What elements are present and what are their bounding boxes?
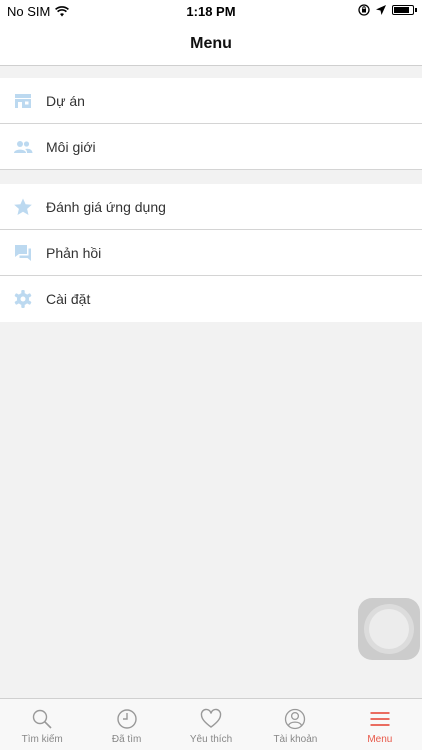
chat-icon [0,243,46,263]
heart-icon [200,708,222,728]
tab-da-tim[interactable]: Đã tìm [84,699,168,750]
menu-item-moi-gioi[interactable]: Môi giới [0,124,422,170]
people-icon [0,137,46,157]
tab-yeu-thich[interactable]: Yêu thích [169,699,253,750]
user-icon [285,708,306,730]
menu-item-label: Đánh giá ứng dụng [46,198,166,215]
tab-label: Đã tìm [111,734,142,745]
menu-group-2: Đánh giá ứng dụng Phản hồi Cài đặt [0,184,422,322]
tab-tai-khoan[interactable]: Tài khoản [253,699,337,750]
tab-label: Menu [367,734,393,745]
star-icon [0,197,46,217]
building-icon [0,91,46,111]
assistive-touch-button[interactable] [358,598,420,660]
location-icon [376,5,386,15]
menu-item-label: Phản hồi [46,244,102,261]
status-bar: No SIM 1:18 PM [0,0,422,22]
page-title: Menu [190,34,232,52]
tab-label: Tìm kiếm [21,734,63,745]
tab-label: Yêu thích [189,734,233,745]
menu-item-phan-hoi[interactable]: Phản hồi [0,230,422,276]
menu-item-label: Dự án [46,92,85,109]
clock-icon [116,709,137,729]
tab-menu[interactable]: Menu [338,699,422,750]
battery-icon [392,5,417,15]
menu-group-1: Dự án Môi giới [0,78,422,170]
menu-item-label: Môi giới [46,138,96,155]
menu-icon [370,712,390,726]
menu-item-label: Cài đặt [46,291,91,307]
tab-tim-kiem[interactable]: Tìm kiếm [0,699,84,750]
assistive-touch-icon [369,609,409,649]
menu-item-danh-gia[interactable]: Đánh giá ứng dụng [0,184,422,230]
gear-icon [0,289,46,309]
menu-item-du-an[interactable]: Dự án [0,78,422,124]
nav-bar: Menu [0,22,422,66]
search-icon [33,709,52,729]
tab-label: Tài khoản [273,734,318,745]
tab-bar: Tìm kiếm Đã tìm Yêu thích Tài khoản Menu [0,698,422,750]
rotation-lock-icon [358,4,370,16]
menu-item-cai-dat[interactable]: Cài đặt [0,276,422,322]
status-right [358,4,417,16]
